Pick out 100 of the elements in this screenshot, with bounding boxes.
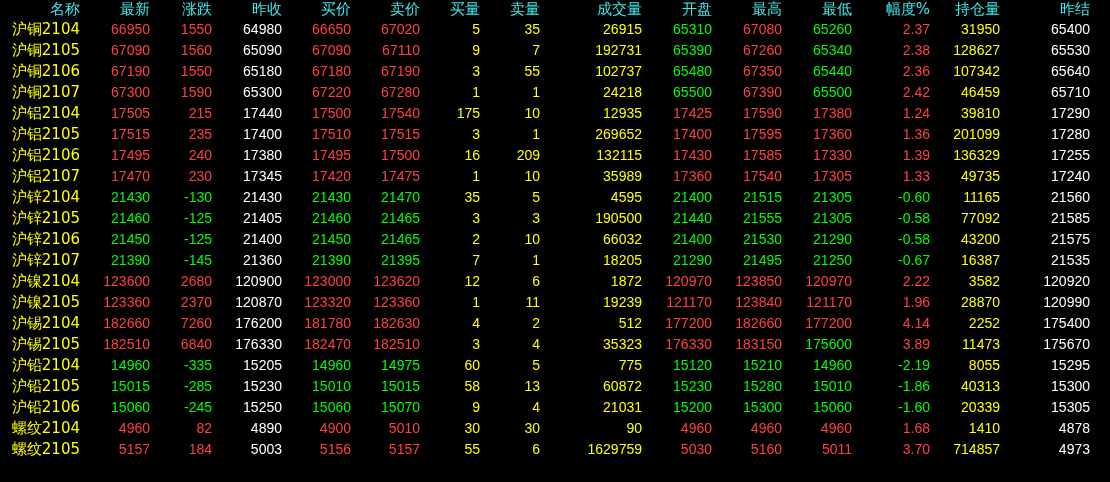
table-cell-text: 31950 [961,20,1000,39]
table-cell-text: -125 [183,209,212,228]
table-cell-text: 1590 [180,83,212,102]
table-cell-text: 21031 [603,398,642,417]
table-cell-text: 55 [524,62,540,81]
table-cell-text: 5030 [680,440,712,459]
table-cell-text: 17430 [673,146,712,165]
table-cell-text: 3.89 [902,335,930,354]
contract-name: 沪铜2105 [11,40,80,61]
table-cell-text: 67390 [743,83,782,102]
table-cell-text: 3 [472,209,480,228]
column-header[interactable]: 幅度% [885,0,930,19]
contract-name: 沪铅2104 [11,355,80,376]
table-cell-text: 35 [464,188,480,207]
table-cell-text: 65390 [673,41,712,60]
column-header[interactable]: 最高 [752,0,782,19]
table-cell-text: 15300 [743,398,782,417]
table-cell-text: 17380 [813,104,852,123]
table-cell-text: 176200 [235,314,282,333]
table-cell-text: 17475 [381,167,420,186]
table-cell-text: 66032 [603,230,642,249]
table-cell-text: 17280 [1051,125,1090,144]
table-cell-text: 82 [196,419,212,438]
table-cell-text: 17500 [312,104,351,123]
table-cell-text: 182510 [103,335,150,354]
table-cell-text: 17515 [111,125,150,144]
table-cell-text: 177200 [665,314,712,333]
contract-name: 沪锌2104 [11,187,80,208]
column-header[interactable]: 名称 [50,0,80,19]
table-cell-text: 2252 [968,314,1000,333]
table-cell-text: -1.86 [898,377,930,396]
table-cell-text: 14960 [813,356,852,375]
table-cell-text: 175670 [1043,335,1090,354]
table-cell-text: 64980 [243,20,282,39]
table-cell-text: 2.42 [902,83,930,102]
table-cell-text: 120870 [235,293,282,312]
table-cell-text: 15295 [1051,356,1090,375]
table-cell-text: 15230 [673,377,712,396]
table-cell-text: 5156 [319,440,351,459]
table-cell-text: 67020 [381,20,420,39]
table-cell-text: 7 [472,251,480,270]
table-cell-text: 15060 [813,398,852,417]
table-cell-text: 6 [532,440,540,459]
table-cell-text: 66950 [111,20,150,39]
column-header[interactable]: 成交量 [597,0,642,19]
column-header[interactable]: 买价 [321,0,351,19]
table-cell-text: 17470 [111,167,150,186]
table-cell-text: 175600 [805,335,852,354]
table-cell-text: 21290 [673,251,712,270]
column-header[interactable]: 最新 [120,0,150,19]
table-cell-text: 1550 [180,62,212,81]
table-cell-text: -0.67 [898,251,930,270]
column-header[interactable]: 昨结 [1060,0,1090,19]
table-cell-text: 65640 [1051,62,1090,81]
table-cell-text: 65500 [673,83,712,102]
table-cell-text: 1629759 [587,440,642,459]
table-cell-text: 65300 [243,83,282,102]
table-cell-text: 65480 [673,62,712,81]
column-header[interactable]: 昨收 [252,0,282,19]
column-header[interactable]: 最低 [822,0,852,19]
table-cell-text: 1560 [180,41,212,60]
table-cell-text: 17400 [673,125,712,144]
table-cell-text: -2.19 [898,356,930,375]
table-cell-text: 1.36 [902,125,930,144]
column-header[interactable]: 买量 [450,0,480,19]
table-cell-text: 17510 [312,125,351,144]
table-cell-text: 15210 [743,356,782,375]
table-cell-text: 120970 [805,272,852,291]
table-cell-text: 21395 [381,251,420,270]
table-cell-text: 15010 [312,377,351,396]
table-cell-text: 24218 [603,83,642,102]
column-header[interactable]: 卖价 [390,0,420,19]
table-cell-text: 1 [532,251,540,270]
table-cell-text: 67190 [381,62,420,81]
table-cell-text: 14960 [312,356,351,375]
column-header[interactable]: 持仓量 [955,0,1000,19]
table-cell-text: 1.33 [902,167,930,186]
table-cell-text: 123850 [735,272,782,291]
table-cell-text: 5160 [750,440,782,459]
table-cell-text: 120900 [235,272,282,291]
table-cell-text: 5003 [250,440,282,459]
table-cell-text: 17255 [1051,146,1090,165]
table-cell-text: 2.36 [902,62,930,81]
column-header[interactable]: 涨跌 [182,0,212,19]
table-cell-text: 21440 [673,209,712,228]
table-cell-text: 1.68 [902,419,930,438]
column-header[interactable]: 卖量 [510,0,540,19]
table-cell-text: 6 [532,272,540,291]
table-cell-text: 67080 [743,20,782,39]
table-cell-text: 5157 [118,440,150,459]
table-cell-text: 175400 [1043,314,1090,333]
table-cell-text: -285 [183,377,212,396]
table-cell-text: 120920 [1043,272,1090,291]
table-cell-text: 77092 [961,209,1000,228]
table-cell-text: 21560 [1051,188,1090,207]
table-cell-text: 17590 [743,104,782,123]
table-cell-text: 11165 [963,188,1000,207]
table-cell-text: 3 [472,125,480,144]
column-header[interactable]: 开盘 [682,0,712,19]
table-cell-text: 17425 [673,104,712,123]
